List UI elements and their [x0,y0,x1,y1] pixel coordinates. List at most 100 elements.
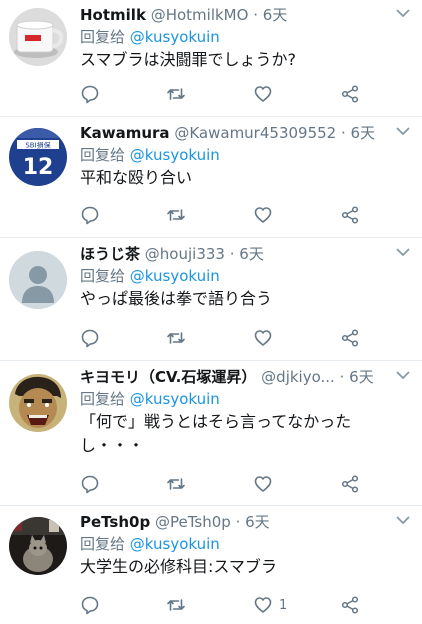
reply-icon [81,206,99,225]
share-icon [341,596,359,614]
retweet-button[interactable] [166,594,186,616]
user-handle[interactable]: @Kawamur45309552 [174,124,336,142]
reply-button[interactable] [80,473,100,495]
reply-mention[interactable]: @kusyokuin [130,267,220,285]
display-name[interactable]: ほうじ茶 [80,245,140,263]
heart-icon [254,330,272,346]
tweet-text: 「何で」戦うとはそら言ってなかったし・・・ [80,412,352,455]
reply-button[interactable] [80,83,100,105]
reply-mention[interactable]: @kusyokuin [130,535,220,553]
tweet-header: PeTsh0p @PeTsh0p · 6天 [80,511,392,533]
display-name[interactable]: Kawamura [80,124,170,142]
tweet-header: Hotmilk @HotmilkMO · 6天 [80,4,392,26]
tweet-actions [80,204,362,226]
avatar[interactable]: SBI損保 12 [9,128,67,186]
like-button[interactable] [253,327,279,349]
chevron-down-icon[interactable] [394,4,412,22]
tweet-item[interactable]: PeTsh0p @PeTsh0p · 6天 回复给 @kusyokuin 大学生… [0,507,422,624]
avatar[interactable] [9,517,67,575]
tweet-item[interactable]: キヨモリ（CV.石塚運昇） @djkiyo... · 6天 回复给 @kusyo… [0,362,422,506]
reply-mention[interactable]: @kusyokuin [130,390,220,408]
share-button[interactable] [340,204,360,226]
user-handle[interactable]: @PeTsh0p [155,513,231,531]
reply-prefix: 回复给 [80,146,126,164]
retweet-icon [167,332,185,344]
chevron-down-icon[interactable] [394,511,412,529]
like-button[interactable] [253,204,279,226]
chevron-down-icon[interactable] [394,122,412,140]
like-button[interactable] [253,83,279,105]
share-icon [341,475,359,493]
display-name[interactable]: キヨモリ（CV.石塚運昇） [80,368,256,386]
reply-prefix: 回复给 [80,267,126,285]
avatar[interactable] [9,374,67,432]
heart-icon [254,597,272,613]
like-button[interactable] [253,473,279,495]
share-button[interactable] [340,473,360,495]
retweet-button[interactable] [166,204,186,226]
heart-icon [254,86,272,102]
jersey-sponsor: SBI損保 [25,141,50,150]
user-handle[interactable]: @houji333 [145,245,225,263]
separator: · [229,245,235,263]
reply-context: 回复给 @kusyokuin [80,265,220,287]
tweet-text: やっぱ最後は拳で語り合う [80,289,273,308]
reply-prefix: 回复给 [80,390,126,408]
reply-prefix: 回复给 [80,535,126,553]
reply-button[interactable] [80,204,100,226]
retweet-button[interactable] [166,327,186,349]
share-icon [341,206,359,224]
reply-context: 回复给 @kusyokuin [80,144,220,166]
anime-face-icon [9,374,67,432]
reply-button[interactable] [80,327,100,349]
tweet-actions [80,83,362,105]
tweet-actions [80,327,362,349]
tweet-text: 平和な殴り合い [80,168,193,187]
reply-icon [81,596,99,615]
retweet-button[interactable] [166,83,186,105]
timestamp[interactable]: 6天 [239,245,264,263]
retweet-button[interactable] [166,473,186,495]
timestamp[interactable]: 6天 [349,368,374,386]
tweet-item[interactable]: ほうじ茶 @houji333 · 6天 回复给 @kusyokuin やっぱ最後… [0,239,422,361]
share-button[interactable] [340,594,360,616]
tweet-actions [80,473,362,495]
cat-photo-icon [9,517,67,575]
timestamp[interactable]: 6天 [351,124,376,142]
user-handle[interactable]: @djkiyo... [261,368,335,386]
share-button[interactable] [340,83,360,105]
heart-icon [254,476,272,492]
display-name[interactable]: Hotmilk [80,6,146,24]
user-handle[interactable]: @HotmilkMO [151,6,249,24]
retweet-icon [167,599,185,611]
tweet-item[interactable]: SBI損保 12 Kawamura @Kawamur45309552 · 6天 … [0,118,422,238]
separator: · [340,124,346,142]
avatar[interactable] [9,8,67,66]
reply-mention[interactable]: @kusyokuin [130,28,220,46]
timestamp[interactable]: 6天 [263,6,288,24]
reply-mention[interactable]: @kusyokuin [130,146,220,164]
mug-icon [9,8,67,66]
separator: · [339,368,345,386]
tweet-item[interactable]: Hotmilk @HotmilkMO · 6天 回复给 @kusyokuin ス… [0,0,422,117]
retweet-icon [167,209,185,221]
separator: · [253,6,258,24]
reply-button[interactable] [80,594,100,616]
like-button[interactable]: 1 [253,594,287,616]
chevron-down-icon[interactable] [394,366,412,384]
tweet-header: Kawamura @Kawamur45309552 · 6天 [80,122,392,144]
reply-context: 回复给 @kusyokuin [80,533,220,555]
like-count: 1 [279,597,288,613]
separator: · [235,513,241,531]
chevron-down-icon[interactable] [394,243,412,261]
tweet-text: スマブラは決闘罪でしょうか? [80,50,297,69]
avatar[interactable] [9,251,67,309]
share-button[interactable] [340,327,360,349]
tweet-header: キヨモリ（CV.石塚運昇） @djkiyo... · 6天 [80,366,392,388]
timestamp[interactable]: 6天 [245,513,270,531]
share-icon [341,85,359,103]
default-user-icon [9,251,67,309]
tweet-header: ほうじ茶 @houji333 · 6天 [80,243,392,265]
share-icon [341,329,359,347]
display-name[interactable]: PeTsh0p [80,513,150,531]
